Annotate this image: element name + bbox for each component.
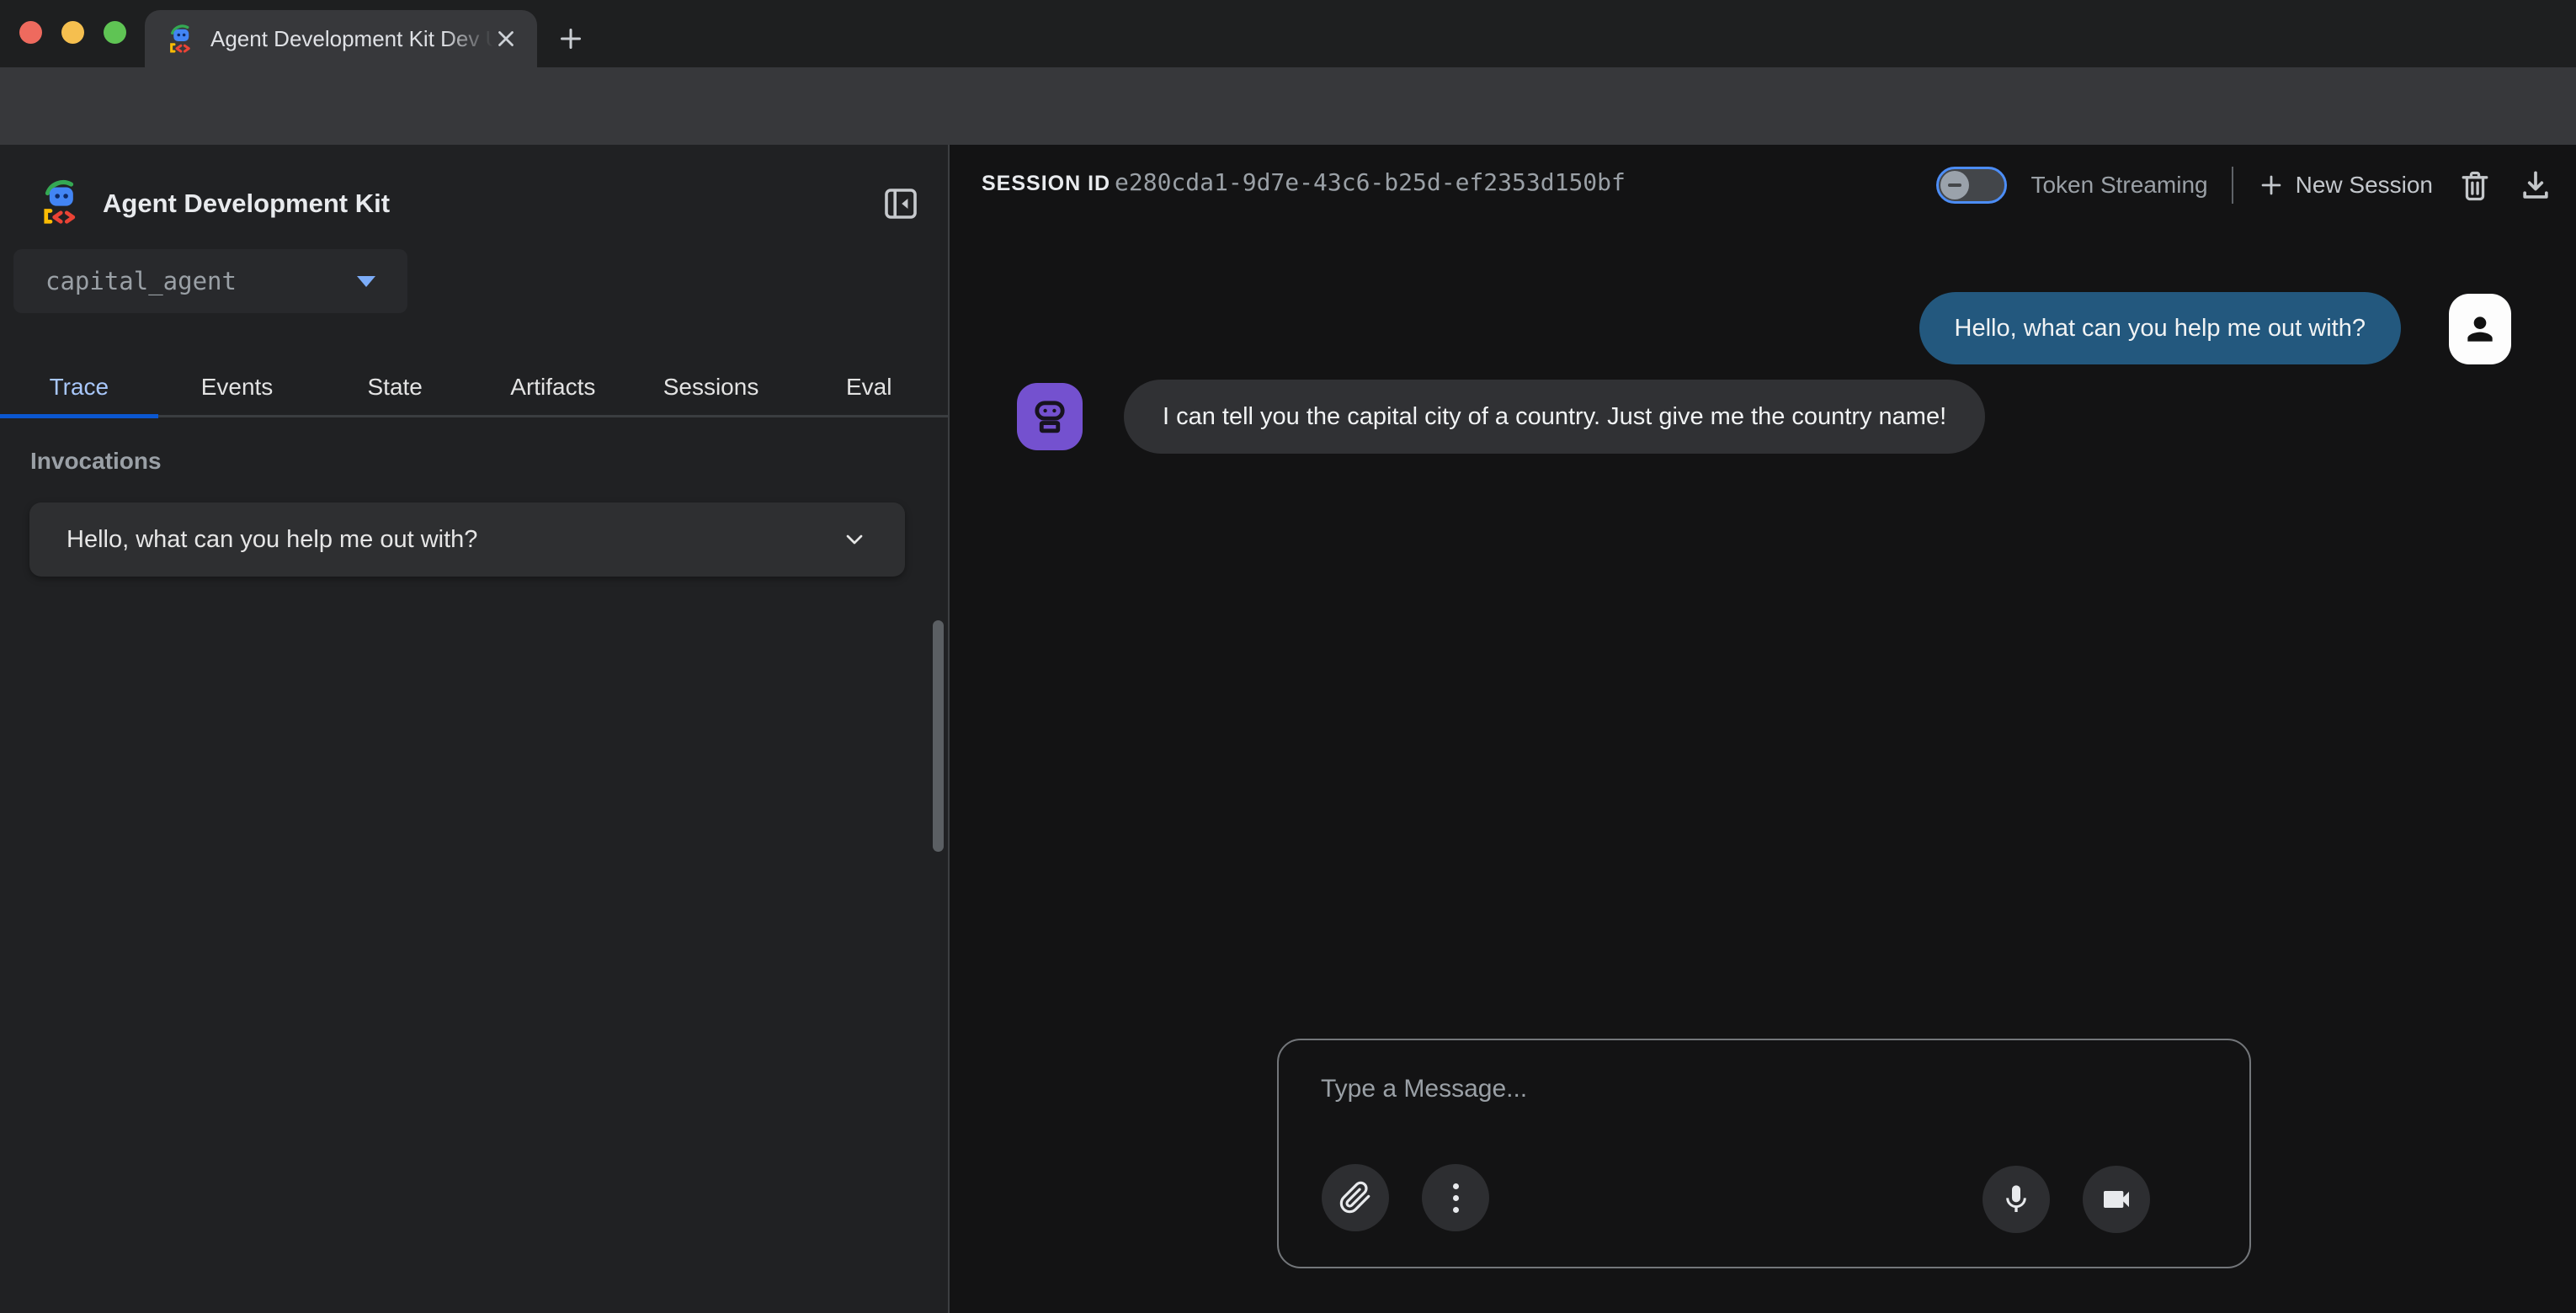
person-icon: [2462, 311, 2499, 348]
fullscreen-window-button[interactable]: [104, 21, 126, 44]
browser-window: Agent Development Kit Dev UI Not Secure: [0, 0, 2576, 1313]
tab-eval[interactable]: Eval: [790, 357, 948, 417]
sidebar-tabs: Trace Events State Artifacts Sessions Ev…: [0, 357, 948, 417]
session-header: SESSION ID e280cda1-9d7e-43c6-b25d-ef235…: [950, 145, 2576, 226]
message-composer: [1277, 1039, 2251, 1268]
adk-favicon-robot-icon: [167, 24, 197, 54]
adk-dev-ui-page: Agent Development Kit capital_agent Trac…: [0, 145, 2576, 1313]
close-window-button[interactable]: [19, 21, 42, 44]
user-avatar: [2449, 294, 2511, 364]
agent-select-value: capital_agent: [45, 267, 357, 295]
paperclip-icon: [1339, 1181, 1372, 1215]
new-session-button[interactable]: New Session: [2257, 171, 2433, 199]
app-title: Agent Development Kit: [103, 189, 390, 219]
session-id-label: SESSION ID: [982, 172, 1110, 196]
macos-window-controls: [19, 21, 126, 44]
agent-message-bubble: I can tell you the capital city of a cou…: [1124, 380, 1985, 454]
token-streaming-label: Token Streaming: [2030, 172, 2207, 199]
invocations-heading: Invocations: [30, 448, 162, 475]
sidebar: Agent Development Kit capital_agent Trac…: [0, 145, 948, 1313]
microphone-button[interactable]: [1983, 1166, 2050, 1233]
robot-icon: [1028, 395, 1072, 439]
chat-panel: SESSION ID e280cda1-9d7e-43c6-b25d-ef235…: [950, 145, 2576, 1313]
video-button[interactable]: [2083, 1166, 2150, 1233]
browser-toolbar: Not Secure Guest Relaunch to update: [0, 67, 2576, 145]
collapse-sidebar-icon[interactable]: [881, 183, 921, 224]
sidebar-header: Agent Development Kit: [0, 145, 948, 263]
header-separator: [2232, 167, 2233, 204]
dropdown-caret-icon: [357, 276, 375, 287]
agent-avatar: [1017, 383, 1083, 450]
tab-state[interactable]: State: [316, 357, 474, 417]
close-tab-icon[interactable]: [493, 26, 519, 51]
session-actions: Token Streaming New Session: [1936, 160, 2554, 210]
browser-tab-adk[interactable]: Agent Development Kit Dev UI: [145, 10, 537, 67]
videocam-icon: [2100, 1183, 2133, 1216]
invocation-text: Hello, what can you help me out with?: [67, 526, 841, 554]
plus-icon: [2257, 171, 2286, 199]
session-id-value: e280cda1-9d7e-43c6-b25d-ef2353d150bf: [1115, 168, 1626, 196]
tab-events[interactable]: Events: [158, 357, 317, 417]
tab-title: Agent Development Kit Dev UI: [210, 26, 493, 52]
export-session-icon[interactable]: [2517, 167, 2554, 204]
more-options-button[interactable]: [1422, 1164, 1489, 1231]
agent-select-dropdown[interactable]: capital_agent: [13, 249, 407, 313]
adk-logo-robot-icon: [39, 178, 86, 226]
minimize-window-button[interactable]: [61, 21, 84, 44]
user-message-text: Hello, what can you help me out with?: [1955, 315, 2366, 343]
new-tab-button[interactable]: [556, 24, 586, 54]
sidebar-scrollbar-thumb[interactable]: [933, 620, 944, 852]
user-message-bubble: Hello, what can you help me out with?: [1919, 292, 2401, 364]
message-input[interactable]: [1321, 1066, 2205, 1113]
invocation-expansion-panel[interactable]: Hello, what can you help me out with?: [29, 502, 905, 577]
more-vert-icon: [1453, 1183, 1459, 1213]
tab-trace[interactable]: Trace: [0, 357, 158, 417]
mic-icon: [1999, 1183, 2033, 1216]
toggle-thumb: [1940, 171, 1969, 199]
tab-strip: Agent Development Kit Dev UI: [0, 0, 2576, 67]
agent-message-text: I can tell you the capital city of a cou…: [1163, 403, 1946, 431]
tab-artifacts[interactable]: Artifacts: [474, 357, 632, 417]
token-streaming-toggle[interactable]: [1936, 167, 2007, 204]
delete-session-icon[interactable]: [2456, 167, 2494, 204]
attach-file-button[interactable]: [1322, 1164, 1389, 1231]
chevron-down-icon: [841, 526, 868, 553]
tab-sessions[interactable]: Sessions: [632, 357, 790, 417]
